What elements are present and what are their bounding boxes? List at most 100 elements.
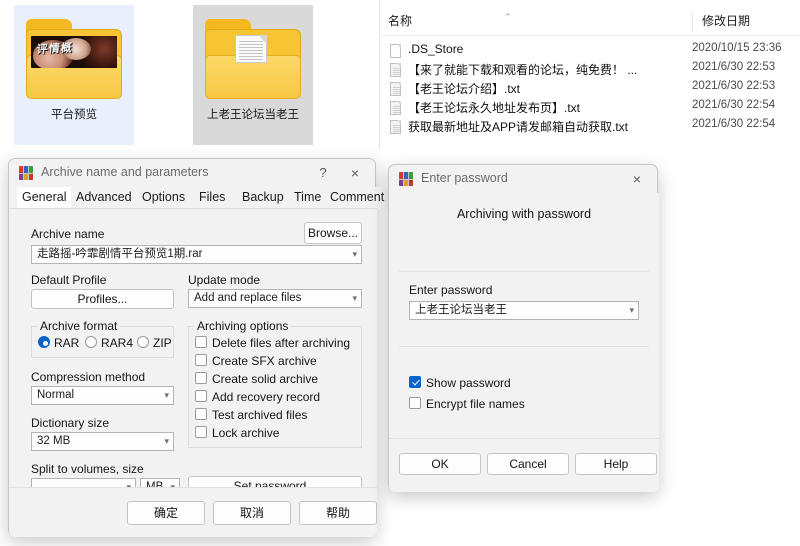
text-file-icon [390, 82, 401, 96]
file-name: 【来了就能下载和观看的论坛，纯免费！ ... [408, 63, 638, 77]
file-name: 【老王论坛介绍】.txt [408, 82, 521, 96]
document-sheet-icon [235, 35, 267, 63]
dictionary-size-select[interactable]: 32 MB [31, 432, 174, 451]
file-name: 【老王论坛永久地址发布页】.txt [408, 101, 581, 115]
password-dialog-titlebar[interactable]: Enter password × [389, 165, 657, 193]
tab-backup[interactable]: Backup [237, 187, 289, 209]
cancel-button[interactable]: Cancel [487, 453, 569, 475]
table-row[interactable]: .DS_Store 2020/10/15 23:36 DS_STORE 文 [382, 42, 800, 61]
folder-thumbnail-image: 评情概 [31, 36, 117, 68]
file-date: 2021/6/30 22:54 [692, 99, 776, 111]
table-row[interactable]: 【老王论坛永久地址发布页】.txt 2021/6/30 22:54 文本文档 [382, 99, 800, 118]
pane-divider [379, 0, 380, 150]
table-row[interactable]: 【来了就能下载和观看的论坛，纯免费！ ... 2021/6/30 22:53 文… [382, 61, 800, 80]
checkbox-encrypt-file-names[interactable]: Encrypt file names [409, 397, 525, 411]
checkbox-test-archived-files[interactable]: Test archived files [195, 408, 307, 422]
password-dialog-title: Enter password [421, 171, 508, 185]
close-icon[interactable]: × [341, 163, 369, 183]
folder-item-label: 上老王论坛当老王 [207, 109, 299, 121]
help-button[interactable]: Help [575, 453, 657, 475]
password-input[interactable]: 上老王论坛当老王 [409, 301, 639, 320]
dictionary-size-label: Dictionary size [31, 416, 110, 430]
radio-rar-label: RAR [54, 336, 80, 350]
ok-button[interactable]: OK [399, 453, 481, 475]
text-file-icon [390, 101, 401, 115]
password-dialog-body: Archiving with password Enter password 上… [389, 193, 659, 470]
header-divider [382, 35, 800, 36]
browse-button[interactable]: Browse... [304, 222, 362, 244]
text-file-icon [390, 63, 401, 77]
archive-name-label: Archive name [31, 227, 105, 241]
radio-rar[interactable]: RAR [38, 336, 79, 350]
blank-file-icon [390, 44, 401, 58]
folder-item-1[interactable]: 上老王论坛当老王 [193, 5, 313, 145]
file-date: 2021/6/30 22:53 [692, 80, 776, 92]
help-button[interactable]: 帮助 [299, 501, 377, 525]
checkbox-label: Lock archive [212, 426, 280, 440]
tab-advanced[interactable]: Advanced [71, 187, 137, 209]
dialog-titlebar[interactable]: Archive name and parameters ? × [9, 159, 375, 187]
dialog-title: Archive name and parameters [41, 165, 209, 179]
radio-zip[interactable]: ZIP [137, 336, 172, 350]
checkbox-create-sfx-archive[interactable]: Create SFX archive [195, 354, 317, 368]
folder-item-0[interactable]: 评情概 平台预览 [14, 5, 134, 145]
folder-item-label: 平台预览 [51, 109, 97, 121]
close-icon[interactable]: × [623, 169, 651, 189]
checkbox-label: Show password [426, 376, 511, 390]
table-row[interactable]: 获取最新地址及APP请发邮箱自动获取.txt 2021/6/30 22:54 文… [382, 118, 800, 137]
checkbox-label: Encrypt file names [426, 397, 525, 411]
tab-comment[interactable]: Comment [325, 187, 390, 209]
tab-general[interactable]: General [17, 187, 72, 209]
archive-name-input[interactable]: 走路摇-吟霏剧情平台预览1期.rar [31, 245, 362, 264]
tab-bar: General Advanced Options Files Backup Ti… [9, 187, 390, 209]
folder-icon-pane: 评情概 平台预览 上老王论坛当老王 [0, 0, 380, 150]
file-date: 2021/6/30 22:54 [692, 118, 776, 130]
update-mode-select[interactable]: Add and replace files [188, 289, 362, 308]
text-file-icon [390, 120, 401, 134]
column-header-date[interactable]: 修改日期 [692, 12, 800, 32]
split-to-volumes-label: Split to volumes, size [31, 462, 144, 476]
update-mode-label: Update mode [188, 273, 261, 287]
folder-icon-with-thumbnail: 评情概 [26, 19, 122, 99]
help-icon[interactable]: ? [309, 163, 337, 183]
dialog-body: Archive name Browse... 走路摇-吟霏剧情平台预览1期.ra… [9, 209, 377, 497]
default-profile-label: Default Profile [31, 273, 107, 287]
file-name: 获取最新地址及APP请发邮箱自动获取.txt [408, 120, 629, 134]
password-dialog-heading: Archiving with password [456, 207, 592, 221]
column-header-name[interactable]: 名称 [382, 12, 692, 32]
radio-rar4-label: RAR4 [101, 336, 134, 350]
checkbox-show-password[interactable]: Show password [409, 376, 511, 390]
profiles-button[interactable]: Profiles... [31, 289, 174, 309]
tab-options[interactable]: Options [137, 187, 191, 209]
checkbox-label: Delete files after archiving [212, 336, 351, 350]
checkbox-label: Add recovery record [212, 390, 321, 404]
file-list-panel: 名称 ⌃ 修改日期 类型 .DS_Store 2020/10/15 23:36 … [382, 0, 800, 148]
tab-time[interactable]: Time [289, 187, 327, 209]
radio-zip-label: ZIP [153, 336, 172, 350]
cancel-button[interactable]: 取消 [213, 501, 291, 525]
file-date: 2021/6/30 22:53 [692, 61, 776, 73]
compression-method-label: Compression method [31, 370, 146, 384]
winrar-books-icon [399, 172, 413, 186]
checkbox-lock-archive[interactable]: Lock archive [195, 426, 279, 440]
sort-ascending-icon: ⌃ [504, 12, 512, 22]
table-row[interactable]: 【老王论坛介绍】.txt 2021/6/30 22:53 文本文档 [382, 80, 800, 99]
tab-files[interactable]: Files [194, 187, 231, 209]
archive-format-label: Archive format [37, 319, 121, 333]
dialog-footer: 确定 取消 帮助 [9, 487, 377, 537]
password-dialog-footer: OK Cancel Help [389, 438, 659, 492]
file-list-header: 名称 ⌃ 修改日期 类型 [382, 12, 800, 36]
compression-method-select[interactable]: Normal [31, 386, 174, 405]
file-name: .DS_Store [408, 42, 464, 56]
folder-icon-with-document [205, 19, 301, 99]
enter-password-dialog: Enter password × Archiving with password… [388, 164, 659, 492]
radio-rar4[interactable]: RAR4 [85, 336, 133, 350]
checkbox-label: Test archived files [212, 408, 308, 422]
checkbox-label: Create solid archive [212, 372, 319, 386]
archive-name-and-parameters-dialog: Archive name and parameters ? × General … [8, 158, 390, 537]
checkbox-add-recovery-record[interactable]: Add recovery record [195, 390, 320, 404]
ok-button[interactable]: 确定 [127, 501, 205, 525]
checkbox-create-solid-archive[interactable]: Create solid archive [195, 372, 318, 386]
checkbox-delete-files-after-archiving[interactable]: Delete files after archiving [195, 336, 350, 350]
checkbox-label: Create SFX archive [212, 354, 317, 368]
